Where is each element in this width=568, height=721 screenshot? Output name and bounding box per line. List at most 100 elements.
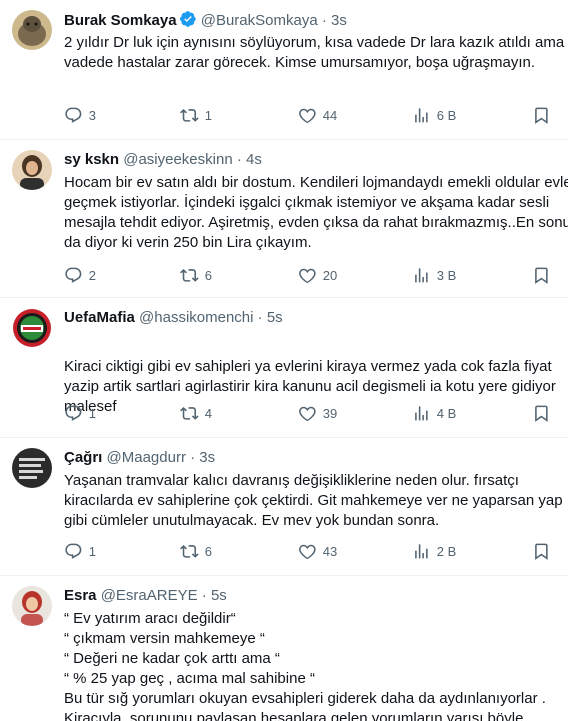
- timestamp[interactable]: 4s: [246, 151, 262, 168]
- user-handle[interactable]: @hassikomenchi: [139, 309, 253, 326]
- display-name[interactable]: Esra: [64, 587, 97, 604]
- tweet[interactable]: sy kskn @asiyeekeskinn · 4s Hocam bir ev…: [0, 139, 568, 298]
- timestamp[interactable]: 5s: [267, 309, 283, 326]
- retweet-icon: [180, 108, 199, 122]
- views-count: 4 B: [436, 405, 457, 421]
- user-handle[interactable]: @BurakSomkaya: [201, 12, 318, 29]
- views-button[interactable]: 3 B: [412, 265, 456, 285]
- tweet-actions: 2 6 20 3 B: [64, 265, 568, 285]
- timestamp[interactable]: 3s: [331, 12, 347, 29]
- verified-badge-icon: [179, 10, 197, 34]
- views-button[interactable]: 4 B: [412, 403, 456, 423]
- tweet[interactable]: UefaMafia @hassikomenchi · 5s Kiraci cik…: [0, 297, 568, 438]
- retweet-count: 1: [204, 107, 212, 123]
- tweet-actions: 1 4 39 4 B: [64, 403, 568, 423]
- views-chart-icon: [415, 267, 428, 283]
- tweet-text: 2 yıldır Dr luk için aynısını söylüyorum…: [64, 34, 568, 71]
- like-count: 20: [322, 267, 338, 283]
- timestamp[interactable]: 5s: [211, 587, 227, 604]
- bookmark-button[interactable]: [532, 541, 551, 561]
- display-name[interactable]: Burak Somkaya: [64, 12, 177, 29]
- avatar[interactable]: [12, 308, 52, 348]
- heart-icon: [299, 406, 316, 421]
- views-chart-icon: [415, 405, 428, 421]
- reply-button[interactable]: 1: [64, 541, 96, 561]
- timestamp[interactable]: 3s: [199, 449, 215, 466]
- bookmark-icon: [535, 405, 548, 422]
- reply-count: 3: [88, 107, 96, 123]
- bookmark-button[interactable]: [532, 403, 551, 423]
- avatar[interactable]: [12, 10, 52, 50]
- reply-icon: [65, 107, 82, 123]
- retweet-icon: [180, 544, 199, 558]
- retweet-count: 4: [204, 405, 212, 421]
- tweet-text: Yaşanan tramvalar kalıcı davranış değişi…: [64, 472, 563, 529]
- views-count: 6 B: [436, 107, 457, 123]
- bookmark-button[interactable]: [532, 105, 551, 125]
- reply-button[interactable]: 2: [64, 265, 96, 285]
- heart-icon: [299, 108, 316, 123]
- views-chart-icon: [415, 543, 428, 559]
- views-button[interactable]: 2 B: [412, 541, 456, 561]
- display-name[interactable]: UefaMafia: [64, 309, 135, 326]
- reply-count: 2: [88, 267, 96, 283]
- tweet-text: “ Ev yatırım aracı değildir“ “ çıkmam ve…: [64, 610, 546, 721]
- reply-button[interactable]: 1: [64, 403, 96, 423]
- like-button[interactable]: 43: [298, 541, 337, 561]
- user-handle[interactable]: @Maagdurr: [107, 449, 186, 466]
- tweet-actions: 1 6 43 2 B: [64, 541, 568, 561]
- reply-icon: [65, 405, 82, 421]
- like-button[interactable]: 44: [298, 105, 337, 125]
- retweet-count: 6: [204, 543, 212, 559]
- reply-count: 1: [88, 405, 96, 421]
- like-count: 39: [322, 405, 338, 421]
- tweet-header: UefaMafia @hassikomenchi · 5s: [64, 308, 283, 328]
- retweet-button[interactable]: 1: [180, 105, 212, 125]
- tweet-text: Hocam bir ev satın aldı bir dostum. Kend…: [64, 174, 568, 251]
- reply-icon: [65, 267, 82, 283]
- user-handle[interactable]: @asiyeekeskinn: [123, 151, 232, 168]
- separator-dot: ·: [321, 12, 327, 29]
- retweet-button[interactable]: 6: [180, 541, 212, 561]
- tweet-header: Esra @EsraAREYE · 5s: [64, 586, 227, 606]
- like-count: 44: [322, 107, 338, 123]
- like-button[interactable]: 39: [298, 403, 337, 423]
- tweet-header: Çağrı @Maagdurr · 3s: [64, 448, 215, 468]
- avatar[interactable]: [12, 586, 52, 626]
- retweet-icon: [180, 268, 199, 282]
- user-handle[interactable]: @EsraAREYE: [101, 587, 198, 604]
- tweet-header: Burak Somkaya @BurakSomkaya · 3s: [64, 10, 347, 34]
- display-name[interactable]: sy kskn: [64, 151, 119, 168]
- heart-icon: [299, 268, 316, 283]
- like-button[interactable]: 20: [298, 265, 337, 285]
- views-count: 2 B: [436, 543, 457, 559]
- reply-button[interactable]: 3: [64, 105, 96, 125]
- retweet-button[interactable]: 4: [180, 403, 212, 423]
- tweet[interactable]: Esra @EsraAREYE · 5s “ Ev yatırım aracı …: [0, 575, 568, 721]
- display-name[interactable]: Çağrı: [64, 449, 102, 466]
- heart-icon: [299, 544, 316, 559]
- tweet[interactable]: Burak Somkaya @BurakSomkaya · 3s 2 yıldı…: [0, 0, 568, 140]
- separator-dot: ·: [201, 587, 207, 604]
- bookmark-button[interactable]: [532, 265, 551, 285]
- views-chart-icon: [415, 107, 428, 123]
- timeline-feed: Burak Somkaya @BurakSomkaya · 3s 2 yıldı…: [0, 0, 568, 721]
- reply-icon: [65, 543, 82, 559]
- tweet-actions: 3 1 44 6 B: [64, 105, 568, 125]
- tweet[interactable]: Çağrı @Maagdurr · 3s Yaşanan tramvalar k…: [0, 437, 568, 576]
- reply-count: 1: [88, 543, 96, 559]
- avatar[interactable]: [12, 150, 52, 190]
- separator-dot: ·: [257, 309, 263, 326]
- like-count: 43: [322, 543, 338, 559]
- retweet-button[interactable]: 6: [180, 265, 212, 285]
- bookmark-icon: [535, 107, 548, 124]
- retweet-icon: [180, 406, 199, 420]
- separator-dot: ·: [236, 151, 242, 168]
- avatar[interactable]: [12, 448, 52, 488]
- views-count: 3 B: [436, 267, 457, 283]
- tweet-header: sy kskn @asiyeekeskinn · 4s: [64, 150, 262, 170]
- separator-dot: ·: [190, 449, 196, 466]
- bookmark-icon: [535, 543, 548, 560]
- bookmark-icon: [535, 267, 548, 284]
- views-button[interactable]: 6 B: [412, 105, 456, 125]
